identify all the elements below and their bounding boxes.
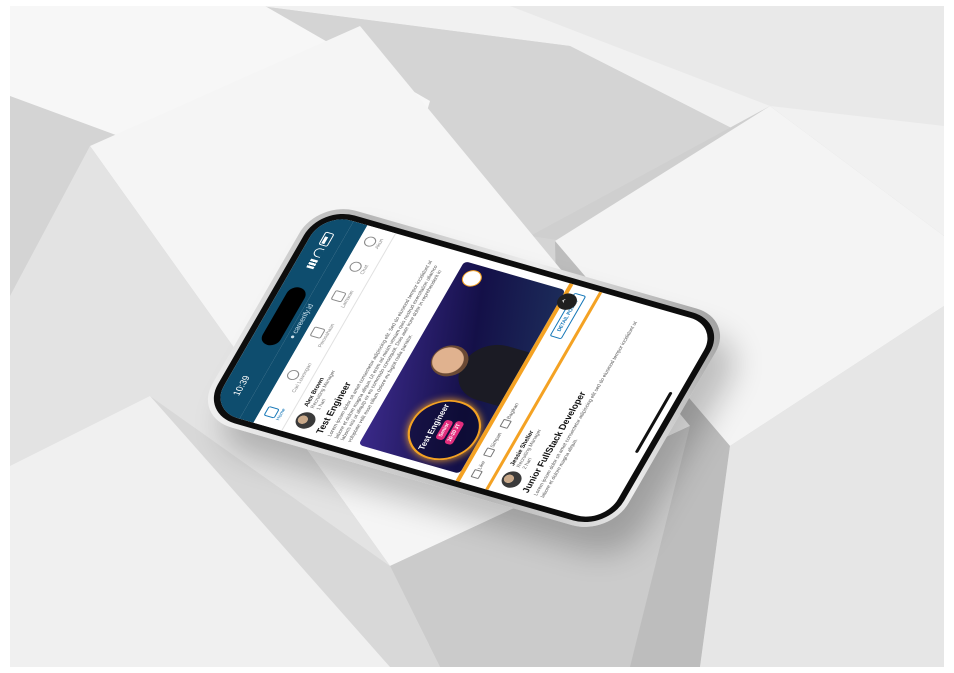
save-button[interactable]: Simpan	[483, 432, 504, 458]
share-icon	[499, 418, 512, 429]
tab-chat[interactable]: Chat	[347, 260, 370, 276]
status-time: 10:39	[230, 374, 252, 397]
tab-account[interactable]: Akun	[362, 234, 386, 250]
battery-icon	[317, 231, 335, 247]
signal-icon	[305, 258, 318, 270]
save-label: Simpan	[489, 432, 504, 449]
like-label: Like	[476, 460, 488, 471]
tab-home[interactable]: Home	[263, 404, 288, 421]
tab-applications[interactable]: Lamaran	[328, 286, 356, 309]
chevron-up-icon: ⌃	[559, 296, 573, 307]
like-button[interactable]: Like	[470, 460, 488, 480]
share-label: Bagikan	[505, 402, 521, 420]
company-logo	[458, 268, 486, 289]
wifi-icon	[311, 247, 325, 258]
share-button[interactable]: Bagikan	[499, 402, 522, 429]
bookmark-icon	[483, 447, 496, 458]
thumbs-up-icon	[470, 469, 483, 480]
